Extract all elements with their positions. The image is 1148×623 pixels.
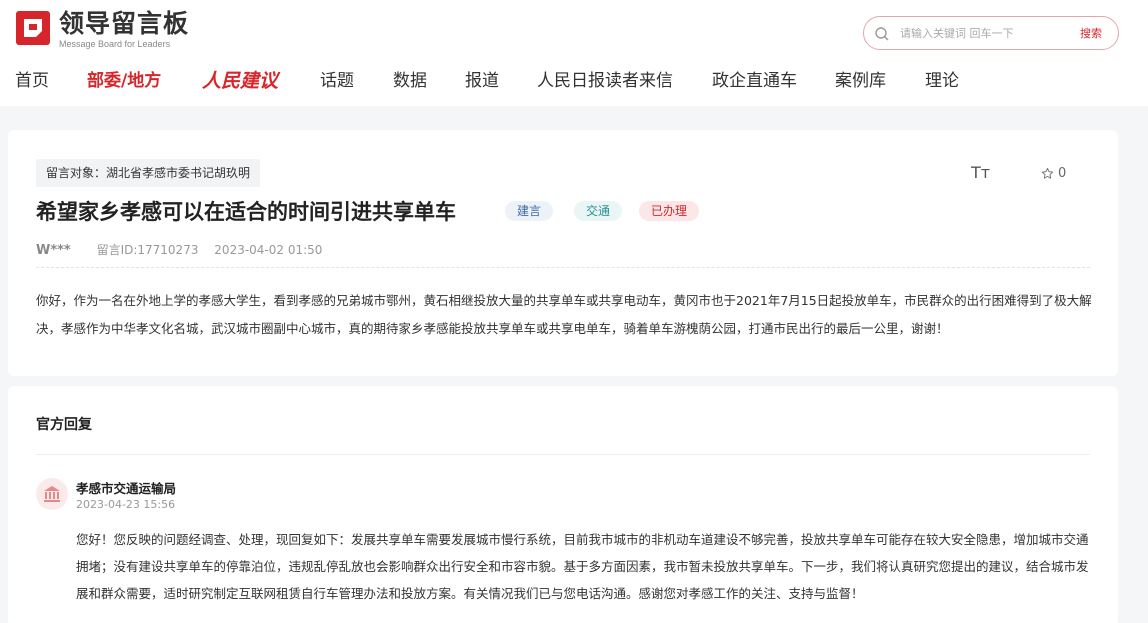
message-title: 希望家乡孝感可以在适合的时间引进共享单车 <box>36 200 456 224</box>
message-meta: W*** 留言ID:17710273 2023-04-02 01:50 <box>36 241 334 258</box>
nav-item-ministries-local[interactable]: 部委/地方 <box>87 66 161 96</box>
favorite-count: 0 <box>1058 166 1067 181</box>
nav-item-data[interactable]: 数据 <box>393 66 427 96</box>
message-target: 留言对象：湖北省孝感市委书记胡玖明 <box>36 159 261 187</box>
nav-item-enterprise[interactable]: 政企直通车 <box>712 66 797 96</box>
reply-department: 孝感市交通运输局 <box>76 481 177 496</box>
message-author: W*** <box>36 243 71 258</box>
logo-text-en: Message Board for Leaders <box>59 39 171 49</box>
nav-item-topics[interactable]: 话题 <box>320 66 354 96</box>
divider <box>36 267 1090 268</box>
reply-date: 2023-04-23 15:56 <box>76 498 176 511</box>
logo-text-cn: 领导留言板 <box>59 9 190 38</box>
reply-body: 您好！您反映的问题经调查、处理，现回复如下：发展共享单车需要发展城市慢行系统，目… <box>76 532 1089 601</box>
search-input[interactable] <box>900 24 1070 42</box>
message-body: 你好，作为一名在外地上学的孝感大学生，看到孝感的兄弟城市鄂州，黄石相继投放大量的… <box>36 293 1092 336</box>
divider <box>36 454 1090 455</box>
favorite-button[interactable]: 0 <box>1041 166 1066 181</box>
font-size-icon: Tт <box>971 163 991 182</box>
search-box: 搜索 <box>863 16 1119 50</box>
status-badge: 已办理 <box>639 201 700 221</box>
tag-suggestion[interactable]: 建言 <box>505 201 554 221</box>
nav-item-readers-letters[interactable]: 人民日报读者来信 <box>537 66 673 96</box>
nav-item-theory[interactable]: 理论 <box>925 66 959 96</box>
message-date: 2023-04-02 01:50 <box>214 243 323 257</box>
reply-card: 官方回复 孝感市交通运输局 2023-04-23 15:56 您好！您反映的问题… <box>8 386 1118 623</box>
search-icon[interactable] <box>874 26 890 42</box>
search-button[interactable]: 搜索 <box>1080 25 1102 41</box>
government-building-icon <box>44 486 60 502</box>
nav-item-cases[interactable]: 案例库 <box>835 66 886 96</box>
star-icon <box>1041 167 1054 179</box>
main-nav: 首页 部委/地方 人民建议 话题 数据 报道 人民日报读者来信 政企直通车 案例… <box>0 66 1148 96</box>
site-logo[interactable]: 领导留言板 Message Board for Leaders <box>15 10 195 50</box>
nav-item-people-suggestions[interactable]: 人民建议 <box>202 66 278 96</box>
font-size-button[interactable]: Tт <box>971 163 990 182</box>
nav-item-reports[interactable]: 报道 <box>465 66 499 96</box>
reply-section-title: 官方回复 <box>36 417 92 433</box>
tag-transport[interactable]: 交通 <box>574 201 623 221</box>
avatar <box>36 478 68 510</box>
logo-icon <box>16 11 50 45</box>
site-header: 领导留言板 Message Board for Leaders 搜索 首页 部委… <box>0 0 1148 106</box>
nav-item-home[interactable]: 首页 <box>15 66 49 96</box>
message-id: 留言ID:17710273 <box>96 243 199 257</box>
message-card: 留言对象：湖北省孝感市委书记胡玖明 Tт 0 希望家乡孝感可以在适合的时间引进共… <box>8 130 1118 376</box>
